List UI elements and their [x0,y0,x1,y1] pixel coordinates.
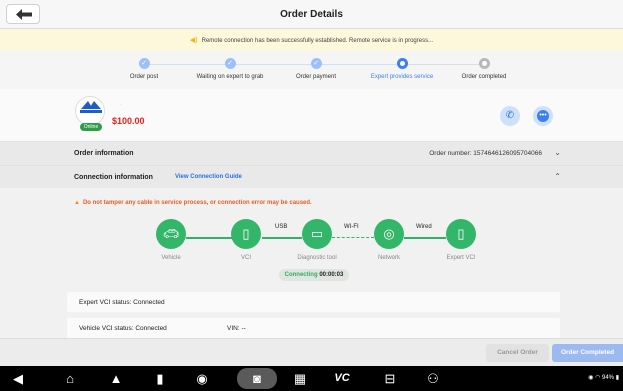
display-icon[interactable]: ▦ [289,370,311,387]
order-info-title: Order information [74,150,134,157]
logo-bar [80,110,102,113]
diagnostic-tool-node: ▭ [302,219,332,249]
wifi-icon: ◉ ◠ [588,375,601,381]
order-progress: Order post Waiting on expert to grab Ord… [0,51,623,89]
vehicle-node: 🚗︎ [156,219,186,249]
step-order-completed: Order completed [434,58,534,80]
order-completed-button[interactable]: Order Completed [552,344,623,362]
recent-apps-icon[interactable]: ▮ [150,370,170,387]
cancel-order-button[interactable]: Cancel Order [486,344,549,362]
chevron-up-icon[interactable]: ⌃ [554,172,561,181]
connection-info-title: Connection information [74,174,153,181]
system-navigation-bar: ◀ ⌂ ▲ ▮ ◉ ◙ ▦ VC ⊟ ⚇ ◉ ◠ 94% ▮ [0,366,623,391]
order-price: $100.00 [112,116,145,126]
remote-expert-icon[interactable]: ⚇ [422,370,444,387]
phone-icon: ✆ [505,110,515,121]
camera-button[interactable]: ◙ [237,368,277,389]
vehicle-vci-status: Vehicle VCI status: Connected [79,325,167,332]
usb-line [262,237,302,239]
expert-vci-status: Expert VCI status: Connected [79,299,165,306]
check-icon [224,58,236,69]
tablet-icon: ▭ [310,226,324,241]
vci-label: VCI [240,255,251,261]
browser-icon[interactable]: ◉ [192,370,212,387]
order-info-row[interactable]: Order information Order number: 15746461… [0,141,623,165]
status-tray: ◉ ◠ 94% ▮ [588,374,619,381]
connecting-timer: Connecting 00:00:03 [279,269,349,281]
online-badge: Online [80,123,102,131]
diagnostic-tool-label: Diagnostic tool [297,255,337,261]
step-label: Waiting on expert to grab [196,74,264,80]
vci-device-icon: ▯ [457,226,465,241]
speaker-icon: ◀) [189,37,198,44]
vehicle-label: Vehicle [161,255,181,261]
vehicle-vci-status-card: Vehicle VCI status: Connected VIN: -- [67,318,560,338]
camera-icon: ◙ [253,371,261,386]
network-label: Network [377,255,400,261]
warning-message: ▲ Do not tamper any cable in service proc… [74,200,312,206]
car-icon[interactable]: ⊟ [380,370,400,387]
connection-info-row[interactable]: Connection information View Connection G… [0,165,623,189]
vin-value: VIN: -- [227,325,246,332]
battery-icon: ▮ [615,375,619,381]
expert-vci-status-card: Expert VCI status: Connected [67,292,560,312]
connecting-label: Connecting [284,272,318,278]
check-icon [138,58,150,69]
vci-node: ▯ [231,219,261,249]
call-button[interactable]: ✆ [500,106,520,126]
home-icon[interactable]: ⌂ [60,370,80,387]
banner-text: Remote connection has been successfully … [201,38,434,44]
vci-icon[interactable]: VC [330,370,354,387]
connection-line [186,237,232,239]
wired-label: Wired [416,224,432,230]
avatar[interactable] [75,96,105,126]
expert-name: · [120,102,122,108]
step-label: Order payment [295,74,337,80]
step-waiting-expert: Waiting on expert to grab [180,58,280,80]
car-icon: 🚗︎ [162,226,180,241]
order-number: Order number: 1574646126095704066 [429,150,542,157]
expert-vci-node: ▯ [446,219,476,249]
usb-label: USB [275,224,288,230]
warning-icon: ▲ [74,200,80,206]
check-icon [310,58,322,69]
step-order-post: Order post [94,58,194,80]
back-icon[interactable]: ◀ [8,370,28,387]
wifi-line [332,237,374,238]
current-step-icon [396,58,408,69]
globe-icon: ◎ [383,226,395,241]
status-banner: ◀) Remote connection has been successfull… [0,29,623,51]
view-connection-guide-link[interactable]: View Connection Guide [175,174,242,180]
step-order-payment: Order payment [266,58,366,80]
title-bar: Order Details [0,0,623,29]
vci-device-icon: ▯ [242,226,250,241]
network-node: ◎ [374,219,404,249]
brand-logo-icon [81,101,101,109]
page-title: Order Details [280,9,343,20]
step-label: Order completed [461,74,507,80]
pending-step-icon [478,58,490,69]
chevron-down-icon[interactable]: ⌄ [554,148,561,157]
expert-panel: Online · $100.00 ✆ ••• [0,89,623,141]
wifi-label: WI-FI [344,224,359,230]
battery-level: 94% [602,375,615,381]
vehicle-home-icon[interactable]: ▲ [106,370,126,387]
warning-text: Do not tamper any cable in service proce… [82,200,312,206]
wired-line [404,237,446,239]
step-label: Order post [129,74,159,80]
connecting-time: 00:00:03 [319,272,344,278]
action-bar: Cancel Order Order Completed [0,338,623,366]
connection-panel: ▲ Do not tamper any cable in service proc… [0,188,623,338]
expert-vci-label: Expert VCI [446,255,476,261]
chat-icon: ••• [537,110,549,122]
chat-button[interactable]: ••• [533,106,553,126]
